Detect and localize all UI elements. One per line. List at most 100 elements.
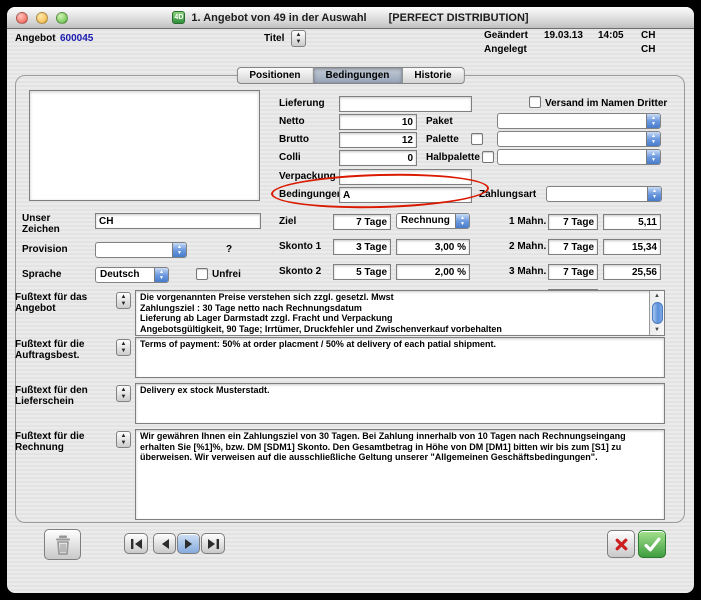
sprache-label: Sprache: [22, 269, 61, 280]
tab-historie[interactable]: Historie: [402, 67, 464, 84]
fusstext-angebot-text: Die vorgenannten Preise verstehen sich z…: [136, 291, 664, 335]
cancel-x-icon: [614, 537, 629, 552]
window-context: [PERFECT DISTRIBUTION]: [389, 12, 529, 24]
fusstext-auftrag-label: Fußtext für die Auftragsbest.: [15, 339, 113, 361]
first-record-icon: [130, 539, 143, 549]
ok-button[interactable]: [638, 530, 666, 558]
scroll-down-icon[interactable]: ▼: [654, 325, 660, 335]
mahn3-label: 3 Mahn.: [509, 266, 546, 277]
scroll-up-icon[interactable]: ▲: [654, 291, 660, 301]
palette-label: Palette: [426, 134, 459, 145]
fusstext-rechnung-stepper[interactable]: ▲ ▼: [116, 431, 131, 448]
lieferung-input[interactable]: [339, 96, 472, 112]
verpackung-input[interactable]: [339, 169, 472, 185]
colli-input[interactable]: [339, 150, 417, 166]
ziel-basis-value: Rechnung: [397, 214, 455, 228]
fusstext-auftrag-textarea[interactable]: Terms of payment: 50% at order placment …: [135, 337, 665, 378]
mahn1-betrag-input[interactable]: [603, 214, 661, 230]
fusstext-rechnung-textarea[interactable]: Wir gewähren Ihnen ein Zahlungsziel von …: [135, 429, 665, 520]
paket-label: Paket: [426, 116, 453, 127]
fusstext-lieferschein-textarea[interactable]: Delivery ex stock Musterstadt.: [135, 383, 665, 424]
titel-stepper[interactable]: ▲ ▼: [291, 30, 306, 47]
unser-zeichen-label: Unser Zeichen: [22, 213, 70, 235]
versand-checkbox[interactable]: [529, 96, 541, 108]
palette-dropdown[interactable]: ▲▼: [497, 131, 661, 147]
mahn2-tage-input[interactable]: [548, 239, 598, 255]
scroll-thumb[interactable]: [652, 302, 663, 324]
stepper-down-icon: ▼: [121, 348, 127, 354]
mahn3-tage-input[interactable]: [548, 264, 598, 280]
mahn3-betrag-input[interactable]: [603, 264, 661, 280]
fusstext-angebot-label: Fußtext für das Angebot: [15, 292, 113, 314]
title-bar[interactable]: 4D 1. Angebot von 49 in der Auswahl [PER…: [7, 7, 694, 29]
stepper-down-icon: ▼: [121, 440, 127, 446]
versand-label: Versand im Namen Dritter: [545, 98, 667, 109]
traffic-lights: [16, 12, 68, 24]
delete-button[interactable]: [44, 529, 81, 560]
fusstext-angebot-stepper[interactable]: ▲ ▼: [116, 292, 131, 309]
fusstext-auftrag-stepper[interactable]: ▲ ▼: [116, 339, 131, 356]
ziel-label: Ziel: [279, 216, 296, 227]
fusstext-angebot-scrollbar[interactable]: ▲ ▼: [649, 291, 664, 335]
dropdown-arrows-icon: ▲▼: [647, 187, 661, 201]
skonto1-tage-input[interactable]: [333, 239, 391, 255]
zoom-window-button[interactable]: [56, 12, 68, 24]
previous-record-icon: [160, 539, 170, 549]
brutto-input[interactable]: [339, 132, 417, 148]
skonto1-prozent-input[interactable]: [396, 239, 470, 255]
fusstext-lieferschein-stepper[interactable]: ▲ ▼: [116, 385, 131, 402]
provision-label: Provision: [22, 244, 68, 255]
paket-dropdown-value: [498, 114, 646, 128]
bedingungen-input[interactable]: [339, 187, 472, 203]
notes-textarea[interactable]: [29, 90, 260, 201]
geaendert-time: 14:05: [598, 30, 624, 41]
zahlungsart-dropdown[interactable]: ▲▼: [546, 186, 662, 202]
close-window-button[interactable]: [16, 12, 28, 24]
previous-record-button[interactable]: [153, 533, 176, 554]
skonto1-label: Skonto 1: [279, 241, 321, 252]
tab-bedingungen[interactable]: Bedingungen: [314, 67, 403, 84]
angelegt-user: CH: [641, 44, 655, 55]
dropdown-arrows-icon: ▲▼: [646, 114, 660, 128]
window-title-area: 4D 1. Angebot von 49 in der Auswahl [PER…: [172, 11, 528, 24]
ziel-basis-dropdown[interactable]: Rechnung ▲▼: [396, 213, 470, 229]
lieferung-label: Lieferung: [279, 98, 325, 109]
sprache-dropdown-value: Deutsch: [96, 268, 154, 282]
halbpalette-label: Halbpalette: [426, 152, 480, 163]
dropdown-arrows-icon: ▲▼: [172, 243, 186, 257]
colli-label: Colli: [279, 152, 301, 163]
sprache-dropdown[interactable]: Deutsch ▲▼: [95, 267, 169, 283]
dropdown-arrows-icon: ▲▼: [455, 214, 469, 228]
last-record-button[interactable]: [201, 533, 225, 554]
ziel-tage-input[interactable]: [333, 214, 391, 230]
unfrei-checkbox[interactable]: [196, 268, 208, 280]
tab-positionen[interactable]: Positionen: [236, 67, 313, 84]
tab-bar: Positionen Bedingungen Historie: [236, 67, 464, 84]
skonto2-prozent-input[interactable]: [396, 264, 470, 280]
provision-combo[interactable]: ▲▼: [95, 242, 187, 258]
brutto-label: Brutto: [279, 134, 309, 145]
cancel-button[interactable]: [607, 530, 635, 558]
geaendert-user: CH: [641, 30, 655, 41]
netto-input[interactable]: [339, 114, 417, 130]
unser-zeichen-input[interactable]: [95, 213, 261, 229]
mahn1-tage-input[interactable]: [548, 214, 598, 230]
mahn2-betrag-input[interactable]: [603, 239, 661, 255]
palette-dropdown-value: [498, 132, 646, 146]
bedingungen-label: Bedingungen: [279, 189, 343, 200]
dropdown-arrows-icon: ▲▼: [154, 268, 168, 282]
halbpalette-checkbox[interactable]: [482, 151, 494, 163]
skonto2-tage-input[interactable]: [333, 264, 391, 280]
fusstext-angebot-textarea[interactable]: Die vorgenannten Preise verstehen sich z…: [135, 290, 665, 336]
paket-dropdown[interactable]: ▲▼: [497, 113, 661, 129]
stepper-down-icon: ▼: [121, 301, 127, 307]
halbpalette-dropdown[interactable]: ▲▼: [497, 149, 661, 165]
palette-checkbox[interactable]: [471, 133, 483, 145]
fusstext-lieferschein-label: Fußtext für den Lieferschein: [15, 385, 113, 407]
halbpalette-dropdown-value: [498, 150, 646, 164]
stepper-up-icon: ▲: [121, 433, 127, 439]
minimize-window-button[interactable]: [36, 12, 48, 24]
next-record-button[interactable]: [177, 533, 200, 554]
first-record-button[interactable]: [124, 533, 148, 554]
dropdown-arrows-icon: ▲▼: [646, 150, 660, 164]
